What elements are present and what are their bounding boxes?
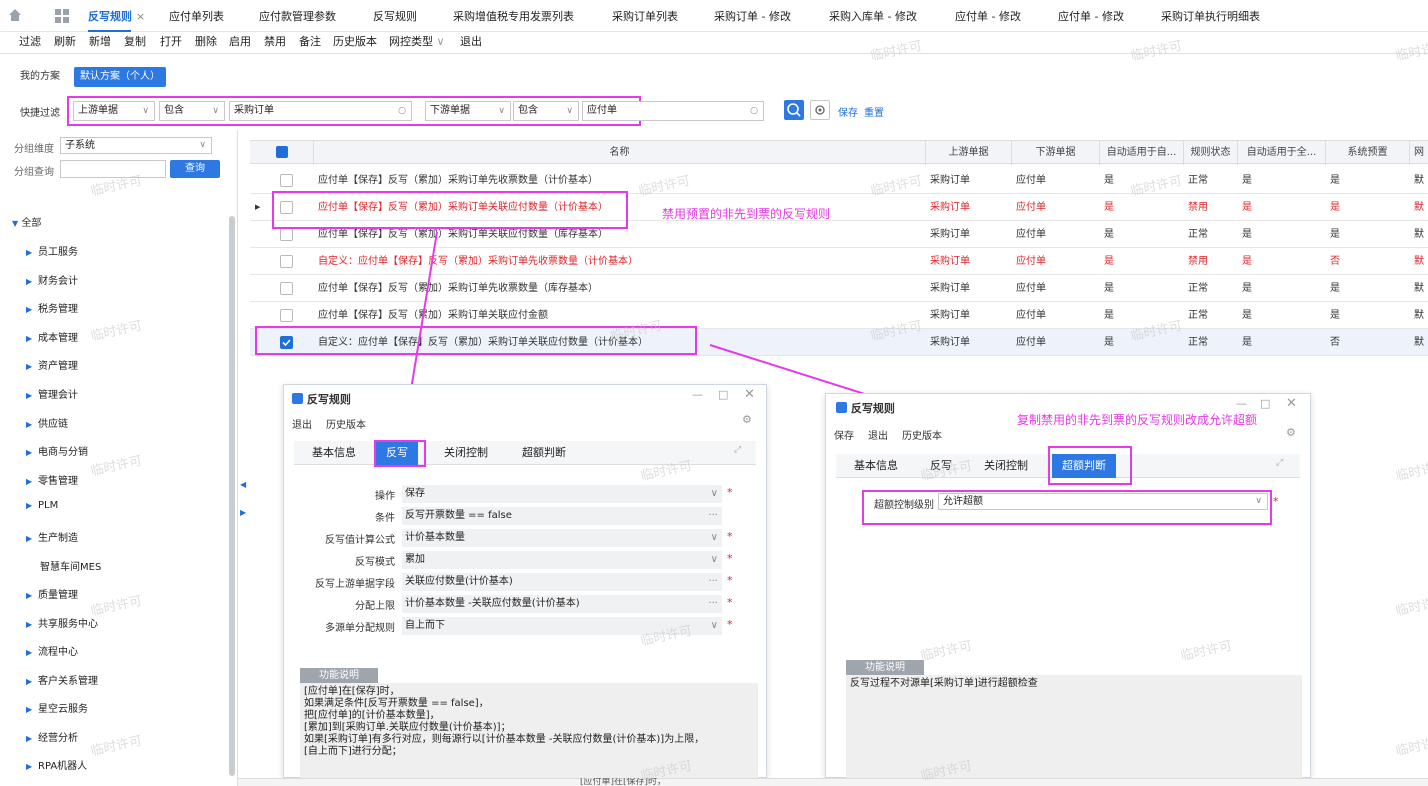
- dialog1-menu-history[interactable]: 历史版本: [326, 416, 366, 431]
- tab-overlimit[interactable]: 超额判断: [512, 441, 576, 465]
- more-icon[interactable]: ···: [708, 573, 718, 591]
- required-mark: *: [1273, 495, 1279, 508]
- bottom-strip: [238, 778, 1428, 786]
- dialog2-description: 反写过程不对源单[采购订单]进行超额检查: [846, 675, 1302, 779]
- app-logo-icon: [292, 393, 303, 404]
- field-label: 条件: [375, 513, 395, 524]
- field-label: 反写值计算公式: [325, 535, 395, 546]
- maximize-icon[interactable]: □: [1260, 397, 1270, 410]
- dialog1-menu-exit[interactable]: 退出: [292, 416, 312, 431]
- required-mark: *: [727, 618, 733, 631]
- annotation-copy-rule: 复制禁用的非先到票的反写规则改成允许超额: [1017, 413, 1258, 427]
- dialog1-title: 反写规则: [292, 391, 351, 407]
- field-label: 操作: [375, 491, 395, 502]
- field-label: 多源单分配规则: [325, 623, 395, 634]
- field-value[interactable]: 计价基本数量 ∨: [402, 529, 722, 547]
- more-icon[interactable]: ···: [708, 595, 718, 613]
- required-mark: *: [727, 552, 733, 565]
- expand-icon[interactable]: ⤢: [1276, 458, 1283, 468]
- close-icon[interactable]: ✕: [1286, 396, 1297, 411]
- dialog2-menu-exit[interactable]: 退出: [868, 427, 888, 442]
- dialog2-menu-save[interactable]: 保存: [834, 427, 854, 442]
- tab-basic-info[interactable]: 基本信息: [844, 454, 908, 478]
- chevron-down-icon[interactable]: ∨: [711, 485, 718, 503]
- dialog2-desc-title: 功能说明: [846, 660, 924, 675]
- dialog1-desc-title: 功能说明: [300, 668, 378, 683]
- dialog-writeback-rule-2: 反写规则 — □ ✕ 保存 退出 历史版本 ⚙ 基本信息 反写 关闭控制 超额判…: [825, 393, 1311, 779]
- chevron-down-icon[interactable]: ∨: [711, 529, 718, 547]
- overlimit-level-select[interactable]: 允许超额 ∨: [938, 493, 1268, 510]
- field-value[interactable]: 关联应付数量(计价基本) ···: [402, 573, 722, 591]
- highlight-writeback-tab: [374, 440, 426, 467]
- field-value[interactable]: 反写开票数量 == false ···: [402, 507, 722, 525]
- field-label: 分配上限: [355, 601, 395, 612]
- highlight-overlimit-tab: [1048, 446, 1132, 485]
- tab-close-control[interactable]: 关闭控制: [434, 441, 498, 465]
- minimize-icon[interactable]: —: [692, 388, 703, 401]
- settings-gear-icon[interactable]: ⚙: [1286, 426, 1296, 439]
- required-mark: *: [727, 486, 733, 499]
- app-logo-icon: [836, 402, 847, 413]
- expand-icon[interactable]: ⤢: [734, 445, 741, 455]
- field-value[interactable]: 累加 ∨: [402, 551, 722, 569]
- more-icon[interactable]: ···: [708, 507, 718, 525]
- required-mark: *: [727, 574, 733, 587]
- tab-basic-info[interactable]: 基本信息: [302, 441, 366, 465]
- field-value[interactable]: 计价基本数量 -关联应付数量(计价基本) ···: [402, 595, 722, 613]
- chevron-down-icon[interactable]: ∨: [711, 617, 718, 635]
- required-mark: *: [727, 530, 733, 543]
- field-label: 反写模式: [355, 557, 395, 568]
- required-mark: *: [727, 596, 733, 609]
- field-label: 反写上游单据字段: [315, 579, 395, 590]
- close-icon[interactable]: ✕: [744, 387, 755, 402]
- field-value[interactable]: 保存 ∨: [402, 485, 722, 503]
- minimize-icon[interactable]: —: [1236, 397, 1247, 410]
- dialog2-menu-history[interactable]: 历史版本: [902, 427, 942, 442]
- chevron-down-icon[interactable]: ∨: [711, 551, 718, 569]
- settings-gear-icon[interactable]: ⚙: [742, 413, 752, 426]
- maximize-icon[interactable]: □: [718, 388, 728, 401]
- tab-close-control[interactable]: 关闭控制: [974, 454, 1038, 478]
- dialog-writeback-rule-1: 反写规则 — □ ✕ 退出 历史版本 ⚙ 基本信息 反写 关闭控制 超额判断 ⤢…: [283, 384, 767, 779]
- dialog2-title: 反写规则: [836, 400, 895, 416]
- overlimit-level-label: 超额控制级别: [874, 500, 934, 511]
